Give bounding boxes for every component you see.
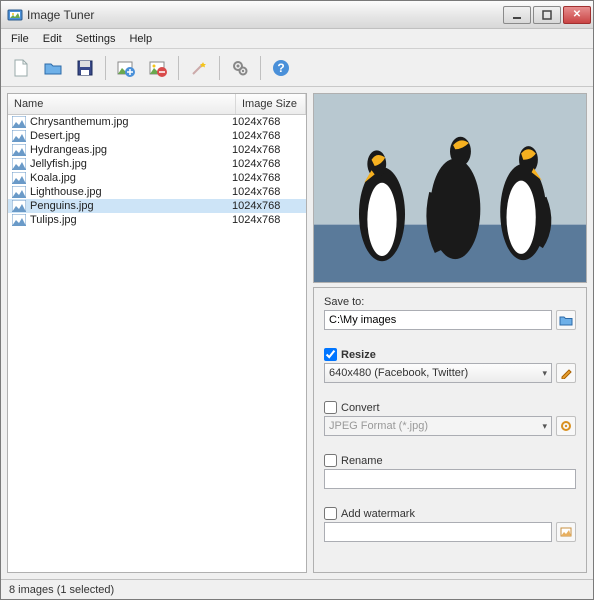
open-folder-icon[interactable]: [39, 54, 67, 82]
image-file-icon: [12, 116, 26, 128]
file-size: 1024x768: [232, 200, 302, 212]
list-row[interactable]: Hydrangeas.jpg1024x768: [8, 143, 306, 157]
rename-checkbox-row[interactable]: Rename: [324, 454, 576, 467]
remove-image-icon[interactable]: [144, 54, 172, 82]
file-size: 1024x768: [232, 214, 302, 226]
save-to-label: Save to:: [324, 296, 576, 308]
list-row[interactable]: Jellyfish.jpg1024x768: [8, 157, 306, 171]
list-row[interactable]: Koala.jpg1024x768: [8, 171, 306, 185]
minimize-button[interactable]: [503, 6, 531, 24]
image-file-icon: [12, 130, 26, 142]
content-area: Name Image Size Chrysanthemum.jpg1024x76…: [1, 87, 593, 579]
toolbar-separator: [105, 56, 106, 80]
watermark-checkbox-row[interactable]: Add watermark: [324, 507, 576, 520]
status-text: 8 images (1 selected): [9, 584, 114, 596]
resize-edit-icon[interactable]: [556, 363, 576, 383]
file-name: Hydrangeas.jpg: [30, 144, 232, 156]
list-header: Name Image Size: [8, 94, 306, 115]
list-row[interactable]: Penguins.jpg1024x768: [8, 199, 306, 213]
list-row[interactable]: Chrysanthemum.jpg1024x768: [8, 115, 306, 129]
file-name: Lighthouse.jpg: [30, 186, 232, 198]
list-row[interactable]: Lighthouse.jpg1024x768: [8, 185, 306, 199]
rename-input[interactable]: [324, 469, 576, 489]
toolbar-separator: [219, 56, 220, 80]
image-file-icon: [12, 144, 26, 156]
resize-label: Resize: [341, 349, 376, 361]
menu-settings[interactable]: Settings: [70, 31, 122, 47]
image-preview: [313, 93, 587, 283]
list-row[interactable]: Tulips.jpg1024x768: [8, 213, 306, 227]
image-file-icon: [12, 172, 26, 184]
list-body[interactable]: Chrysanthemum.jpg1024x768Desert.jpg1024x…: [8, 115, 306, 572]
menubar: File Edit Settings Help: [1, 29, 593, 49]
new-file-icon[interactable]: [7, 54, 35, 82]
file-name: Koala.jpg: [30, 172, 232, 184]
file-size: 1024x768: [232, 172, 302, 184]
close-button[interactable]: ✕: [563, 6, 591, 24]
file-name: Desert.jpg: [30, 130, 232, 142]
menu-help[interactable]: Help: [123, 31, 158, 47]
convert-select: JPEG Format (*.jpg): [324, 416, 552, 436]
column-name[interactable]: Name: [8, 94, 236, 114]
toolbar: ?: [1, 49, 593, 87]
convert-label: Convert: [341, 402, 380, 414]
save-icon[interactable]: [71, 54, 99, 82]
wand-icon[interactable]: [185, 54, 213, 82]
file-name: Tulips.jpg: [30, 214, 232, 226]
convert-settings-icon[interactable]: [556, 416, 576, 436]
convert-checkbox[interactable]: [324, 401, 337, 414]
watermark-checkbox[interactable]: [324, 507, 337, 520]
file-size: 1024x768: [232, 144, 302, 156]
menu-file[interactable]: File: [5, 31, 35, 47]
toolbar-separator: [260, 56, 261, 80]
window-title: Image Tuner: [27, 8, 503, 22]
gear-icon[interactable]: [226, 54, 254, 82]
titlebar: Image Tuner ✕: [1, 1, 593, 29]
app-icon: [7, 7, 23, 23]
resize-checkbox-row[interactable]: Resize: [324, 348, 576, 361]
image-file-icon: [12, 200, 26, 212]
watermark-browse-icon[interactable]: [556, 522, 576, 542]
file-name: Penguins.jpg: [30, 200, 232, 212]
menu-edit[interactable]: Edit: [37, 31, 68, 47]
app-window: Image Tuner ✕ File Edit Settings Help ?: [0, 0, 594, 600]
add-image-icon[interactable]: [112, 54, 140, 82]
watermark-input[interactable]: [324, 522, 552, 542]
save-to-input[interactable]: [324, 310, 552, 330]
file-list-panel: Name Image Size Chrysanthemum.jpg1024x76…: [7, 93, 307, 573]
image-file-icon: [12, 214, 26, 226]
statusbar: 8 images (1 selected): [1, 579, 593, 599]
svg-text:?: ?: [277, 61, 284, 75]
convert-checkbox-row[interactable]: Convert: [324, 401, 576, 414]
file-size: 1024x768: [232, 130, 302, 142]
file-size: 1024x768: [232, 186, 302, 198]
toolbar-separator: [178, 56, 179, 80]
help-icon[interactable]: ?: [267, 54, 295, 82]
rename-label: Rename: [341, 455, 383, 467]
file-name: Jellyfish.jpg: [30, 158, 232, 170]
rename-checkbox[interactable]: [324, 454, 337, 467]
resize-checkbox[interactable]: [324, 348, 337, 361]
file-size: 1024x768: [232, 116, 302, 128]
column-size[interactable]: Image Size: [236, 94, 306, 114]
file-size: 1024x768: [232, 158, 302, 170]
right-panel: Save to: Resize 640x480 (Facebook, Twitt…: [313, 93, 587, 573]
image-file-icon: [12, 158, 26, 170]
browse-folder-icon[interactable]: [556, 310, 576, 330]
image-file-icon: [12, 186, 26, 198]
list-row[interactable]: Desert.jpg1024x768: [8, 129, 306, 143]
options-panel: Save to: Resize 640x480 (Facebook, Twitt…: [313, 287, 587, 573]
watermark-label: Add watermark: [341, 508, 415, 520]
file-name: Chrysanthemum.jpg: [30, 116, 232, 128]
resize-select[interactable]: 640x480 (Facebook, Twitter): [324, 363, 552, 383]
maximize-button[interactable]: [533, 6, 561, 24]
